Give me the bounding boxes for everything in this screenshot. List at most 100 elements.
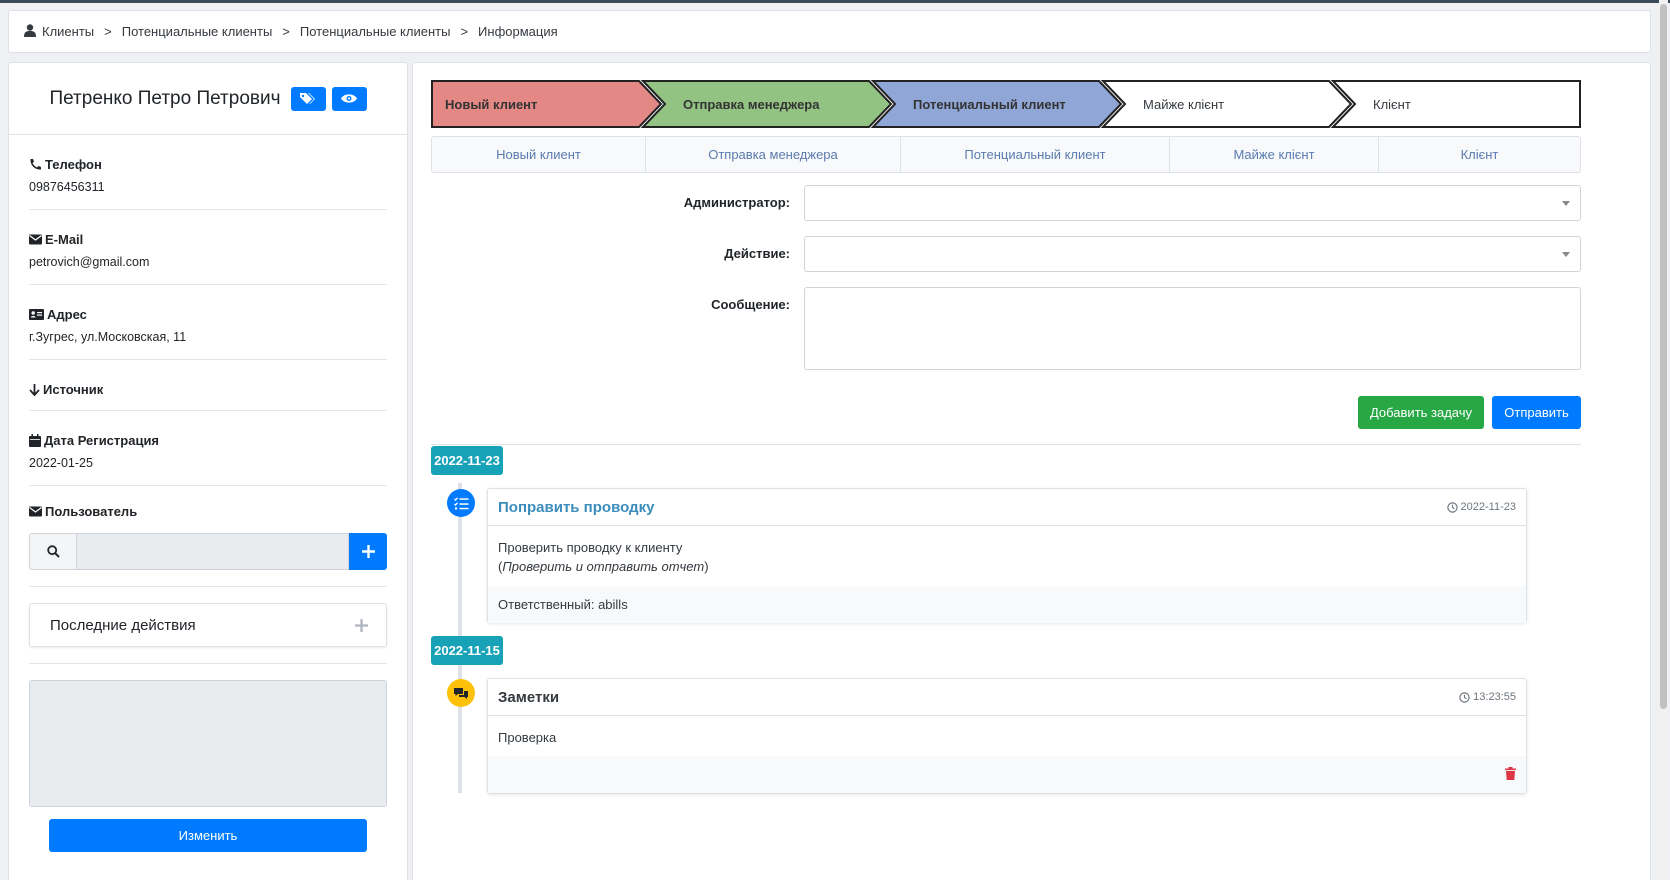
- phone-value: 09876456311: [29, 180, 105, 194]
- tags-button[interactable]: [290, 86, 326, 111]
- divider: [29, 663, 387, 664]
- clock-icon: [1459, 691, 1470, 703]
- tab-new-client[interactable]: Новый клиент: [432, 137, 646, 172]
- recent-actions-toggle[interactable]: Последние действия: [29, 603, 387, 647]
- pipeline-step-4[interactable]: Майже клієнт: [1100, 80, 1358, 128]
- pipeline-tabs: Новый клиент Отправка менеджера Потенциа…: [431, 136, 1581, 173]
- user-search-input[interactable]: [76, 533, 349, 570]
- client-name: Петренко Петро Петрович: [49, 87, 281, 109]
- tab-almost-client[interactable]: Майже клієнт: [1170, 137, 1379, 172]
- address-block: Адрес г.Зугрес, ул.Московская, 11: [29, 285, 387, 360]
- user-icon: [24, 23, 36, 40]
- card-header: Заметки 13:23:55: [488, 679, 1526, 716]
- task-note: (Проверить и отправить отчет): [498, 559, 709, 574]
- email-block: E-Mail petrovich@gmail.com: [29, 210, 387, 285]
- tab-potential-client[interactable]: Потенциальный клиент: [901, 137, 1170, 172]
- envelope-icon: [29, 234, 42, 245]
- clock-icon: [1446, 501, 1458, 513]
- divider: [29, 586, 387, 587]
- add-user-button[interactable]: [349, 533, 387, 570]
- top-accent-line: [0, 0, 1670, 3]
- scrollbar[interactable]: [1659, 0, 1668, 880]
- calendar-icon: [29, 434, 41, 447]
- card-header: Поправить проводку 2022-11-23: [488, 489, 1526, 526]
- message-textarea[interactable]: [804, 287, 1581, 370]
- client-header: Петренко Петро Петрович: [9, 63, 407, 135]
- card-time: 13:23:55: [1459, 691, 1516, 703]
- pipeline-step-5[interactable]: Клієнт: [1330, 80, 1581, 128]
- envelope-icon: [29, 506, 42, 517]
- tasks-icon: [447, 489, 475, 517]
- plus-icon: [361, 545, 375, 558]
- scrollbar-thumb[interactable]: [1660, 4, 1667, 709]
- pipeline-step-2[interactable]: Отправка менеджера: [640, 80, 898, 128]
- plus-icon: [355, 618, 368, 632]
- add-task-button[interactable]: Добавить задачу: [1358, 396, 1484, 429]
- address-label: Адрес: [47, 307, 87, 322]
- lead-workflow-panel: Новый клиент Отправка менеджера Потенциаль…: [412, 62, 1651, 880]
- note-title: Заметки: [498, 688, 560, 706]
- caret-down-icon: [1562, 201, 1570, 206]
- message-label: Сообщение:: [711, 297, 790, 312]
- pipeline-step-1[interactable]: Новый клиент: [431, 80, 668, 128]
- action-row: Действие:: [431, 236, 1581, 272]
- admin-select[interactable]: [804, 185, 1581, 221]
- search-icon: [46, 545, 60, 558]
- search-button[interactable]: [29, 533, 76, 570]
- card-footer: Ответственный: abills: [488, 586, 1526, 623]
- regdate-label: Дата Регистрация: [44, 433, 160, 448]
- eye-icon: [341, 94, 358, 103]
- admin-row: Администратор:: [431, 185, 1581, 221]
- pipeline-step-3[interactable]: Потенциальный клиент: [870, 80, 1128, 128]
- tab-manager-send[interactable]: Отправка менеджера: [646, 137, 901, 172]
- address-value: г.Зугрес, ул.Московская, 11: [29, 330, 187, 344]
- admin-label: Администратор:: [683, 195, 790, 210]
- edit-button[interactable]: Изменить: [49, 819, 367, 852]
- view-button[interactable]: [331, 86, 367, 111]
- task-description: Проверить проводку к клиенту: [498, 540, 683, 555]
- card-body: Проверить проводку к клиенту (Проверить …: [488, 526, 1526, 586]
- caret-down-icon: [1562, 252, 1570, 257]
- pipeline-step-label: Клієнт: [1373, 97, 1411, 112]
- client-info-panel: Петренко Петро Петрович Телефон 09876456…: [8, 62, 408, 880]
- tags-icon: [300, 92, 316, 104]
- email-label: E-Mail: [45, 232, 84, 247]
- user-search-group: [29, 533, 387, 570]
- breadcrumb-item-clients[interactable]: Клиенты: [42, 24, 94, 39]
- source-block: Источник: [29, 360, 387, 411]
- tab-client[interactable]: Клієнт: [1379, 137, 1580, 172]
- pipeline-step-label: Отправка менеджера: [683, 97, 820, 112]
- breadcrumb: Клиенты > Потенциальные клиенты > Потенц…: [8, 10, 1651, 53]
- phone-label: Телефон: [45, 157, 102, 172]
- user-block: Пользователь: [29, 486, 387, 519]
- address-card-icon: [29, 309, 44, 320]
- timeline-card-task: Поправить проводку 2022-11-23 Проверить …: [487, 488, 1527, 623]
- arrow-down-icon: [29, 383, 40, 396]
- message-row: Сообщение:: [431, 287, 1581, 370]
- phone-icon: [30, 159, 41, 170]
- pipeline-steps: Новый клиент Отправка менеджера Потенциаль…: [431, 80, 1581, 128]
- regdate-block: Дата Регистрация 2022-01-25: [29, 411, 387, 486]
- card-body: Проверка: [498, 730, 557, 745]
- recent-actions-label: Последние действия: [50, 616, 196, 634]
- card-time: 2022-11-23: [1446, 501, 1516, 513]
- timeline-card-note: Заметки 13:23:55 Проверка: [487, 678, 1527, 794]
- card-footer: [488, 756, 1526, 793]
- trash-icon[interactable]: [1505, 766, 1516, 783]
- comment-textarea[interactable]: [29, 680, 387, 807]
- breadcrumb-item-leads[interactable]: Потенциальные клиенты: [122, 24, 273, 39]
- action-select[interactable]: [804, 236, 1581, 272]
- divider: [431, 444, 1581, 445]
- task-title-link[interactable]: Поправить проводку: [498, 499, 654, 516]
- email-value: petrovich@gmail.com: [29, 255, 150, 269]
- breadcrumb-item-leads-2[interactable]: Потенциальные клиенты: [300, 24, 451, 39]
- pipeline-step-label: Майже клієнт: [1143, 97, 1224, 112]
- timeline-date-badge: 2022-11-23: [431, 446, 503, 475]
- user-label: Пользователь: [45, 504, 138, 519]
- pipeline-step-label: Новый клиент: [445, 97, 537, 112]
- action-label: Действие:: [724, 246, 790, 261]
- comments-icon: [447, 679, 475, 707]
- timeline-date-badge: 2022-11-15: [431, 636, 503, 665]
- send-button[interactable]: Отправить: [1492, 396, 1581, 429]
- regdate-value: 2022-01-25: [29, 456, 93, 470]
